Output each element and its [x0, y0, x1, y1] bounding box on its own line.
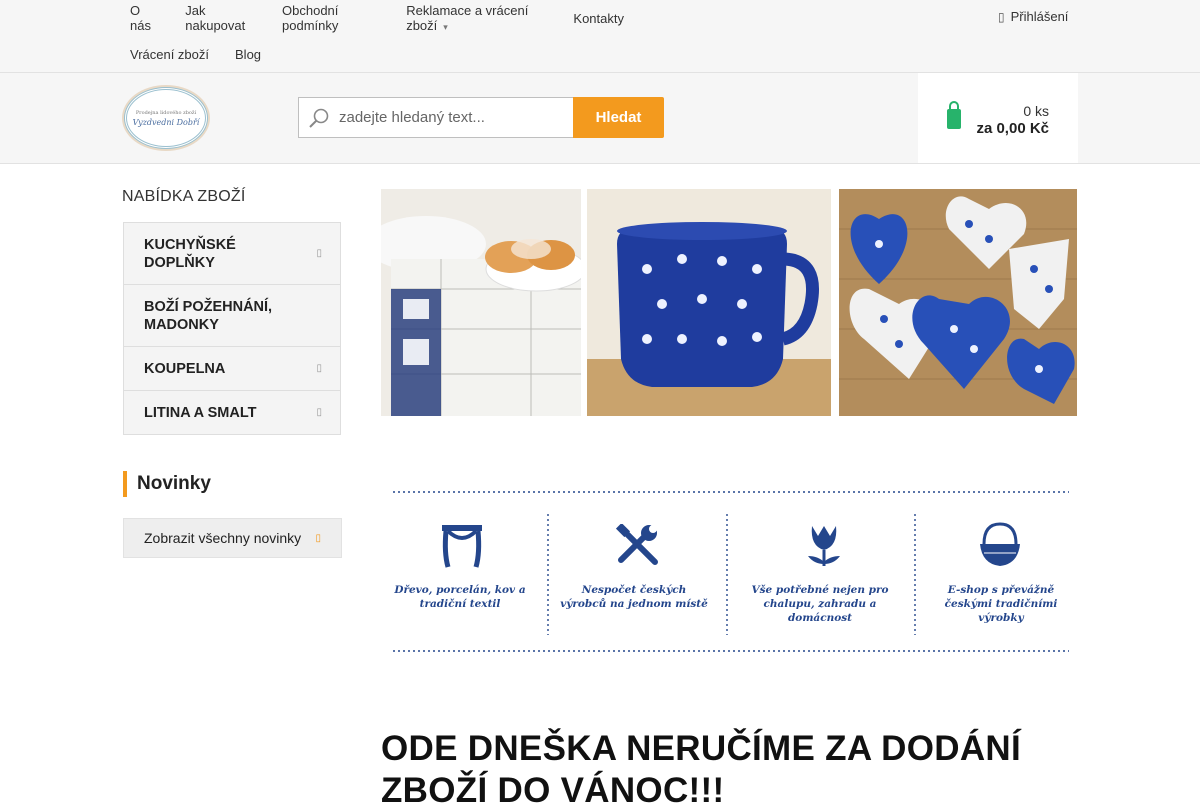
category-bozi-pozehnani[interactable]: BOŽÍ POŽEHNÁNÍ, MADONKY [124, 285, 340, 347]
feature-text-cottage-garden: Vše potřebné nejen pro chalupu, zahradu … [751, 584, 889, 624]
nav-link-o-nas[interactable]: O nás [130, 3, 159, 33]
nav-link-blog[interactable]: Blog [235, 47, 261, 62]
tools-icon [615, 524, 658, 565]
announcement-headline: ODE DNEŠKA NERUČÍME ZA DODÁNÍ ZBOŽÍ DO V… [381, 729, 1022, 810]
shopping-bag-icon [946, 101, 961, 131]
category-litina-a-smalt[interactable]: LITINA A SMALT ▯ [124, 391, 340, 434]
category-label: BOŽÍ POŽEHNÁNÍ, MADONKY [144, 299, 273, 333]
feature-text-czech-producers: Nespočet českých výrobců na jednom místě [560, 584, 708, 610]
feature-text-materials: Dřevo, porcelán, kov a tradiční textil [394, 584, 526, 610]
search-box [298, 97, 574, 138]
nav-link-jak-nakupovat[interactable]: Jak nakupovat [185, 3, 256, 33]
cart-summary[interactable]: 0 ks za 0,00 Kč [918, 73, 1078, 163]
show-all-novinky-button[interactable]: Zobrazit všechny novinky ▯ [123, 518, 342, 558]
logo-subtitle: Prodejna lidového zboží [135, 109, 197, 116]
category-kuchynske-doplnky[interactable]: KUCHYŇSKÉ DOPLŇKY ▯ [124, 223, 340, 285]
category-menu-title: NABÍDKA ZBOŽÍ [122, 188, 246, 205]
search-input[interactable] [339, 109, 569, 126]
chevron-right-icon: ▯ [315, 533, 321, 544]
stool-icon [442, 525, 482, 568]
logo-title: Vyzdvedni Dobří [132, 117, 200, 127]
chevron-right-icon: ▯ [316, 406, 322, 418]
category-menu: KUCHYŇSKÉ DOPLŇKY ▯ BOŽÍ POŽEHNÁNÍ, MADO… [123, 222, 341, 435]
category-label: KUCHYŇSKÉ DOPLŇKY [144, 237, 236, 271]
banner-image-tablecloth [381, 189, 581, 416]
show-all-novinky-label: Zobrazit všechny novinky [144, 530, 302, 546]
user-icon: ▯ [998, 9, 1005, 24]
category-label: LITINA A SMALT [144, 405, 257, 421]
basket-icon [980, 522, 1020, 566]
hero-banner[interactable] [381, 189, 1077, 416]
chevron-right-icon: ▯ [316, 247, 322, 259]
nav-link-obchodni-podminky[interactable]: Obchodní podmínky [282, 3, 380, 33]
cart-quantity: 0 ks [1023, 103, 1049, 119]
nav-link-kontakty[interactable]: Kontakty [573, 11, 624, 26]
banner-image-ornaments [839, 189, 1077, 416]
nav-link-reklamace-label: Reklamace a vrácení zboží [406, 3, 529, 33]
banner-image-mug [587, 189, 831, 416]
top-navigation: O nás Jak nakupovat Obchodní podmínky Re… [130, 0, 650, 72]
site-logo[interactable]: Prodejna lidového zboží Vyzdvedni Dobří [124, 87, 208, 149]
site-header: Prodejna lidového zboží Vyzdvedni Dobří … [0, 73, 1200, 164]
features-strip: Dřevo, porcelán, kov a tradiční textil N… [381, 480, 1077, 660]
top-bar: O nás Jak nakupovat Obchodní podmínky Re… [0, 0, 1200, 73]
chevron-right-icon: ▯ [316, 362, 322, 374]
nav-link-vraceni-zbozi[interactable]: Vrácení zboží [130, 47, 209, 62]
novinky-heading: Novinky [123, 471, 211, 497]
category-label: KOUPELNA [144, 361, 226, 377]
search-icon [299, 98, 339, 137]
cart-total: za 0,00 Kč [976, 120, 1049, 137]
search-button[interactable]: Hledat [573, 97, 664, 138]
feature-text-czech-products: E-shop s převážně českými tradičními výr… [944, 584, 1058, 624]
login-link[interactable]: ▯ Přihlášení [998, 9, 1068, 24]
tulip-icon [808, 526, 840, 566]
category-koupelna[interactable]: KOUPELNA ▯ [124, 347, 340, 391]
nav-link-reklamace[interactable]: Reklamace a vrácení zboží ▾ [406, 3, 547, 33]
login-label: Přihlášení [1010, 9, 1069, 24]
chevron-down-icon: ▾ [443, 22, 448, 32]
